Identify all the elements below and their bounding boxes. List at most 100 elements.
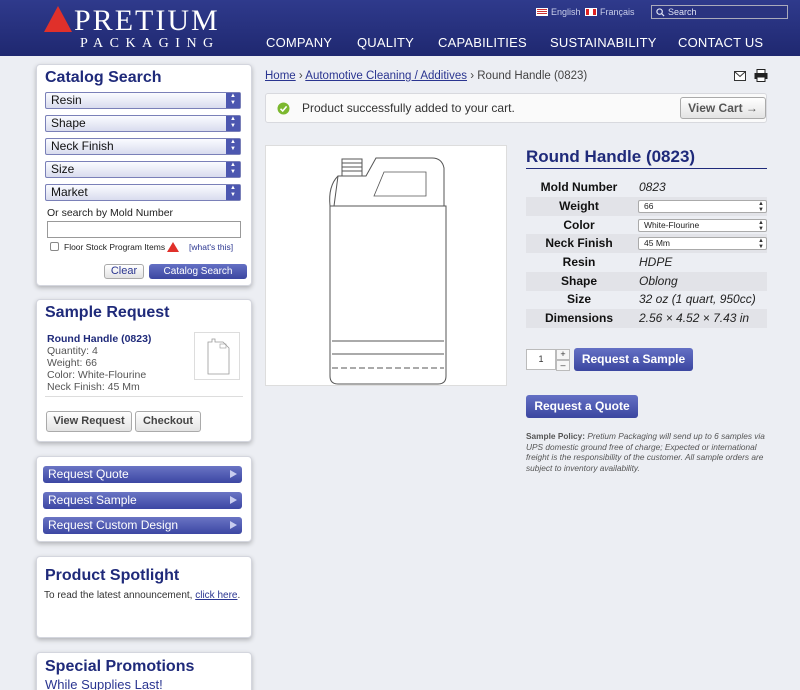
breadcrumb-separator: › — [295, 70, 306, 82]
mold-number-input[interactable] — [47, 221, 241, 238]
request-custom-design-label: Request Custom Design — [48, 518, 179, 532]
request-custom-design-link[interactable]: Request Custom Design — [43, 517, 242, 534]
sample-item-name[interactable]: Round Handle (0823) — [47, 333, 151, 345]
spec-label-size: Size — [566, 292, 591, 306]
sample-request-title: Sample Request — [45, 304, 170, 321]
view-cart-button[interactable]: View Cart → — [680, 97, 766, 119]
spec-label-shape: Shape — [560, 274, 597, 288]
pretium-logo[interactable]: PRETIUM PACKAGING — [44, 4, 254, 52]
site-header: PRETIUM PACKAGING English Français Searc… — [0, 0, 800, 56]
view-request-button[interactable]: View Request — [46, 411, 132, 432]
bottle-drawing — [329, 157, 447, 385]
catalog-search-button[interactable]: Catalog Search — [149, 264, 247, 279]
product-title: Round Handle (0823) — [526, 147, 696, 166]
request-quote-button[interactable]: Request a Quote — [526, 395, 638, 418]
spec-value-dimensions: 2.56 × 4.52 × 7.43 in — [639, 311, 750, 325]
whats-this-link[interactable]: [what's this] — [189, 242, 233, 252]
market-select[interactable]: Market ▲ ▼ — [45, 184, 241, 201]
arrow-right-icon — [230, 470, 237, 478]
canada-flag-icon — [585, 8, 597, 16]
spotlight-click-here-link[interactable]: click here — [195, 590, 237, 601]
floor-stock-checkbox[interactable] — [50, 242, 59, 251]
breadcrumb-separator: › — [467, 70, 478, 82]
search-placeholder: Search — [668, 7, 697, 17]
neck-finish-select-label: Neck Finish — [51, 139, 114, 153]
us-flag-icon — [536, 8, 548, 16]
nav-capabilities[interactable]: CAPABILITIES — [438, 35, 527, 50]
spec-row: Size 32 oz (1 quart, 950cc) — [526, 290, 767, 309]
lang-english[interactable]: English — [536, 7, 581, 17]
spec-row: Shape Oblong — [526, 272, 767, 291]
email-icon[interactable] — [734, 71, 746, 81]
color-select[interactable]: White-Flourine ▲ ▼ — [638, 219, 767, 232]
sample-request-panel: Sample Request Round Handle (0823) Quant… — [36, 299, 252, 442]
spec-label-color: Color — [563, 218, 595, 232]
resin-select[interactable]: Resin ▲ ▼ — [45, 92, 241, 109]
shape-select[interactable]: Shape ▲ ▼ — [45, 115, 241, 132]
spec-value-shape: Oblong — [639, 274, 678, 288]
weight-select[interactable]: 66 ▲ ▼ — [638, 200, 767, 213]
request-sample-link[interactable]: Request Sample — [43, 492, 242, 509]
arrow-right-icon — [230, 496, 237, 504]
spec-row: Color White-Flourine ▲ ▼ — [526, 216, 767, 235]
special-promotions-title: Special Promotions — [45, 658, 195, 675]
nav-company[interactable]: COMPANY — [266, 35, 332, 50]
breadcrumb: Home › Automotive Cleaning / Additives ›… — [265, 70, 587, 82]
nav-sustainability[interactable]: SUSTAINABILITY — [550, 35, 657, 50]
product-spotlight-panel: Product Spotlight To read the latest ann… — [36, 556, 252, 638]
resin-select-label: Resin — [51, 93, 82, 107]
print-icon[interactable] — [754, 69, 768, 82]
spec-label-dimensions: Dimensions — [544, 311, 613, 325]
spec-row: Mold Number 0823 — [526, 178, 767, 197]
arrow-right-icon — [230, 521, 237, 529]
breadcrumb-category[interactable]: Automotive Cleaning / Additives — [305, 70, 467, 82]
select-arrows-icon: ▲ ▼ — [226, 162, 240, 177]
spec-value-mold-number: 0823 — [639, 180, 666, 194]
breadcrumb-home[interactable]: Home — [265, 70, 296, 82]
select-arrows-icon: ▲ ▼ — [758, 220, 764, 232]
spec-label-weight: Weight — [559, 199, 599, 213]
clear-button[interactable]: Clear — [104, 264, 144, 279]
sample-neck-finish: Neck Finish: 45 Mm — [47, 381, 140, 393]
search-input[interactable]: Search — [651, 5, 788, 19]
market-select-label: Market — [51, 185, 88, 199]
sample-divider — [45, 396, 243, 397]
logo-triangle-icon — [44, 6, 72, 32]
neck-finish-select[interactable]: Neck Finish ▲ ▼ — [45, 138, 241, 155]
logo-line1: PRETIUM — [74, 4, 220, 37]
select-arrows-icon: ▲ ▼ — [226, 185, 240, 200]
spec-row: Neck Finish 45 Mm ▲ ▼ — [526, 234, 767, 253]
quantity-increment-button[interactable]: + — [556, 349, 570, 360]
sample-policy: Sample Policy: Pretium Packaging will se… — [526, 431, 766, 473]
quantity-decrement-button[interactable]: – — [556, 360, 570, 371]
sample-item-details: Quantity: 4 Weight: 66 Color: White-Flou… — [47, 345, 146, 393]
product-image[interactable] — [265, 145, 507, 386]
spec-label-mold-number: Mold Number — [540, 180, 618, 194]
breadcrumb-current: Round Handle (0823) — [477, 70, 588, 82]
sample-thumbnail-image — [194, 332, 240, 380]
request-sample-button[interactable]: Request a Sample — [574, 348, 693, 371]
size-select[interactable]: Size ▲ ▼ — [45, 161, 241, 178]
spec-row: Dimensions 2.56 × 4.52 × 7.43 in — [526, 309, 767, 328]
spotlight-period: . — [237, 590, 241, 601]
catalog-search-panel: Catalog Search Resin ▲ ▼ Shape ▲ ▼ Neck Fini… — [36, 64, 252, 286]
quantity-input[interactable]: 1 — [526, 349, 556, 370]
nav-contact-us[interactable]: CONTACT US — [678, 35, 763, 50]
select-arrows-icon: ▲ ▼ — [226, 116, 240, 131]
color-select-value: White-Flourine — [644, 220, 700, 230]
nav-quality[interactable]: QUALITY — [357, 35, 414, 50]
select-arrows-icon: ▲ ▼ — [758, 238, 764, 250]
sample-quantity: Quantity: 4 — [47, 345, 98, 357]
select-arrows-icon: ▲ ▼ — [226, 139, 240, 154]
neck-finish-option-select[interactable]: 45 Mm ▲ ▼ — [638, 237, 767, 250]
request-quote-link[interactable]: Request Quote — [43, 466, 242, 483]
success-message-bar: Product successfully added to your cart.… — [265, 93, 767, 123]
sample-policy-label: Sample Policy: — [526, 431, 586, 441]
spec-label-resin: Resin — [562, 255, 596, 269]
spec-value-size: 32 oz (1 quart, 950cc) — [639, 292, 756, 306]
spec-value-resin: HDPE — [639, 255, 673, 269]
special-promotions-panel: Special Promotions While Supplies Last! — [36, 652, 252, 690]
checkout-button[interactable]: Checkout — [135, 411, 201, 432]
lang-french[interactable]: Français — [585, 7, 635, 17]
catalog-search-title: Catalog Search — [45, 69, 162, 86]
